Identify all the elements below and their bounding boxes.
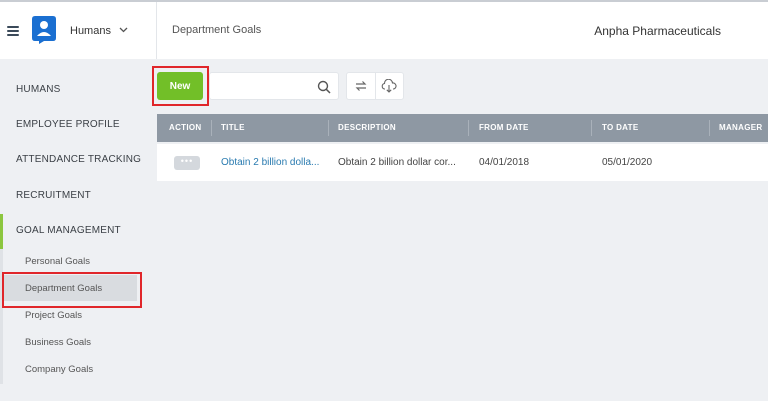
sidebar-item-business-goals[interactable]: Business Goals (25, 337, 91, 348)
sidebar-item-humans[interactable]: HUMANS (16, 84, 61, 95)
column-divider (211, 120, 212, 136)
row-title-link[interactable]: Obtain 2 billion dolla... (221, 157, 325, 168)
column-header-description[interactable]: DESCRIPTION (338, 114, 396, 142)
page-header: Department Goals Anpha Pharmaceuticals (157, 2, 768, 59)
table-row[interactable]: ••• Obtain 2 billion dolla... Obtain 2 b… (157, 144, 768, 181)
sidebar-item-department-goals[interactable]: Department Goals (25, 283, 102, 294)
hamburger-menu-icon[interactable] (7, 26, 19, 36)
row-actions-button[interactable]: ••• (174, 156, 200, 170)
sidebar-item-employee-profile[interactable]: EMPLOYEE PROFILE (16, 119, 120, 130)
search-icon[interactable] (317, 80, 331, 94)
column-header-manager[interactable]: MANAGER (719, 114, 762, 142)
submenu-rail (0, 249, 3, 384)
sidebar-item-company-goals[interactable]: Company Goals (25, 364, 93, 375)
column-header-from-date[interactable]: FROM DATE (479, 114, 529, 142)
row-from-date: 04/01/2018 (479, 157, 530, 168)
company-name[interactable]: Anpha Pharmaceuticals (594, 24, 721, 38)
column-divider (328, 120, 329, 136)
toolbar-icon-group (346, 72, 404, 100)
search-box[interactable] (209, 72, 339, 100)
download-button[interactable] (374, 73, 403, 99)
column-divider (591, 120, 592, 136)
sidebar-item-personal-goals[interactable]: Personal Goals (25, 256, 90, 267)
sidebar: HUMANS EMPLOYEE PROFILE ATTENDANCE TRACK… (0, 59, 157, 401)
column-divider (468, 120, 469, 136)
app-switcher-label[interactable]: Humans (70, 25, 111, 37)
active-section-indicator (0, 214, 3, 249)
new-button[interactable]: New (157, 72, 203, 100)
table-header: ACTION TITLE DESCRIPTION FROM DATE TO DA… (157, 114, 768, 142)
column-header-action[interactable]: ACTION (169, 114, 201, 142)
sidebar-item-attendance-tracking[interactable]: ATTENDANCE TRACKING (16, 154, 141, 165)
column-header-title[interactable]: TITLE (221, 114, 245, 142)
column-header-to-date[interactable]: TO DATE (602, 114, 638, 142)
column-divider (709, 120, 710, 136)
sidebar-item-recruitment[interactable]: RECRUITMENT (16, 190, 91, 201)
sidebar-item-goal-management[interactable]: GOAL MANAGEMENT (16, 225, 121, 236)
page-title: Department Goals (172, 24, 262, 36)
sync-button[interactable] (347, 73, 375, 99)
row-to-date: 05/01/2020 (602, 157, 653, 168)
app-header: Humans (0, 2, 157, 59)
row-description: Obtain 2 billion dollar cor... (338, 157, 456, 168)
chevron-down-icon[interactable] (119, 25, 128, 35)
search-input[interactable] (216, 77, 316, 97)
humans-logo-icon (32, 16, 56, 44)
sidebar-item-project-goals[interactable]: Project Goals (25, 310, 82, 321)
sync-arrows-icon (355, 81, 367, 91)
cloud-download-icon (382, 79, 398, 93)
